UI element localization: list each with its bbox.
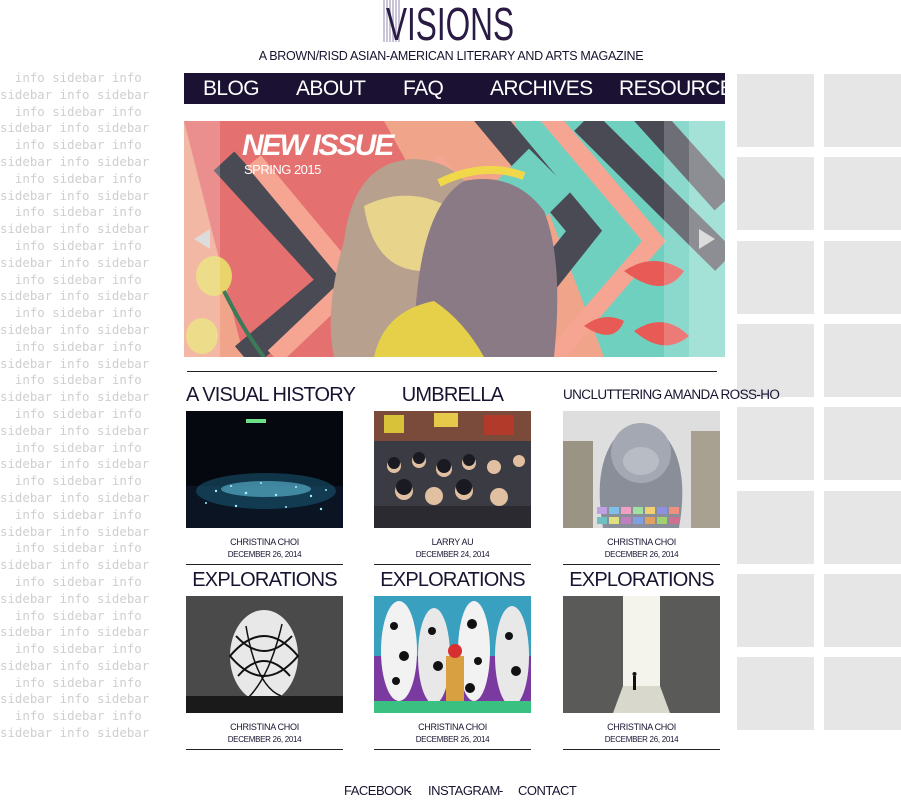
grid-placeholder-tile <box>737 240 814 314</box>
post-author: CHRISTINA CHOI <box>418 722 487 732</box>
grid-placeholder-tile <box>737 407 814 481</box>
post-card: UMBRELLA LARRY AU DECEMBER 24, 2014 <box>374 383 531 565</box>
nav-blog[interactable]: BLOG <box>203 73 260 104</box>
post-divider <box>374 564 531 565</box>
grid-placeholder-tile <box>824 573 901 647</box>
section-divider <box>187 371 717 372</box>
footer-separator: - <box>499 783 503 798</box>
post-title[interactable]: EXPLORATIONS <box>563 568 720 592</box>
footer-contact-link[interactable]: CONTACT <box>518 783 577 798</box>
post-divider <box>563 564 720 565</box>
post-thumbnail[interactable] <box>563 596 720 713</box>
grid-placeholder-tile <box>824 74 901 147</box>
nav-archives[interactable]: ARCHIVES <box>490 73 593 104</box>
post-thumbnail[interactable] <box>374 596 531 713</box>
site-tagline: A BROWN/RISD ASIAN-AMERICAN LITERARY AND… <box>258 49 644 63</box>
post-thumbnail[interactable] <box>186 411 343 528</box>
post-divider <box>374 749 531 750</box>
grid-placeholder-tile <box>824 323 901 397</box>
post-title[interactable]: EXPLORATIONS <box>186 568 343 592</box>
post-date: DECEMBER 26, 2014 <box>227 735 302 744</box>
post-card: EXPLORATIONS CHRISTINA CHOI DECEMBER 26,… <box>374 568 531 750</box>
post-divider <box>186 564 343 565</box>
grid-placeholder-tile <box>737 157 814 231</box>
nav-resources[interactable]: RESOURCES <box>619 73 747 104</box>
info-sidebar: info sidebar info sidebar info sidebar i… <box>0 70 150 741</box>
post-author: LARRY AU <box>431 537 474 547</box>
post-card: A VISUAL HISTORY CHRISTINA CHOI DECEMBER… <box>186 383 356 565</box>
hero-slider[interactable]: NEW ISSUE SPRING 2015 <box>184 121 725 357</box>
post-card: EXPLORATIONS CHRISTINA CHOI DECEMBER 26,… <box>186 568 343 750</box>
post-title[interactable]: A VISUAL HISTORY <box>186 383 356 407</box>
post-thumbnail[interactable] <box>563 411 720 528</box>
post-card: EXPLORATIONS CHRISTINA CHOI DECEMBER 26,… <box>563 568 720 750</box>
grid-placeholder-tile <box>737 657 814 731</box>
grid-placeholder-tile <box>737 490 814 564</box>
post-date: DECEMBER 26, 2014 <box>415 735 490 744</box>
post-author: CHRISTINA CHOI <box>230 537 299 547</box>
post-divider <box>563 749 720 750</box>
post-thumbnail[interactable] <box>186 596 343 713</box>
main-nav: BLOG ABOUT FAQ ARCHIVES RESOURCES <box>184 73 747 104</box>
grid-placeholder-tile <box>824 157 901 231</box>
site-footer: FACEBOOK - INSTAGRAM - CONTACT <box>300 783 600 801</box>
site-logo[interactable]: VISIONS <box>380 0 520 50</box>
footer-instagram-link[interactable]: INSTAGRAM <box>428 783 500 798</box>
grid-placeholder-tile <box>824 240 901 314</box>
post-author: CHRISTINA CHOI <box>607 722 676 732</box>
footer-facebook-link[interactable]: FACEBOOK <box>344 783 412 798</box>
footer-separator: - <box>407 783 411 798</box>
post-thumbnail[interactable] <box>374 411 531 528</box>
hero-title[interactable]: NEW ISSUE <box>242 129 394 163</box>
post-date: DECEMBER 26, 2014 <box>604 735 679 744</box>
post-author: CHRISTINA CHOI <box>607 537 676 547</box>
hero-next-button[interactable] <box>689 121 725 357</box>
chevron-left-icon <box>194 229 210 249</box>
post-title[interactable]: UNCLUTTERING AMANDA ROSS-HO <box>563 383 780 407</box>
hero-subtitle: SPRING 2015 <box>244 162 321 177</box>
hero-prev-button[interactable] <box>184 121 220 357</box>
post-divider <box>186 749 343 750</box>
post-card: UNCLUTTERING AMANDA ROSS-HO CHRISTINA CH… <box>563 383 780 565</box>
grid-placeholder-tile <box>824 490 901 564</box>
grid-placeholder-tile <box>824 657 901 731</box>
grid-placeholder-tile <box>737 74 814 147</box>
post-date: DECEMBER 24, 2014 <box>415 550 490 559</box>
grid-placeholder-tile <box>824 407 901 481</box>
grid-placeholder-tile <box>737 323 814 397</box>
chevron-right-icon <box>699 229 715 249</box>
nav-about[interactable]: ABOUT <box>296 73 366 104</box>
post-title[interactable]: UMBRELLA <box>374 383 531 407</box>
post-date: DECEMBER 26, 2014 <box>604 550 679 559</box>
post-date: DECEMBER 26, 2014 <box>227 550 302 559</box>
nav-faq[interactable]: FAQ <box>403 73 444 104</box>
post-title[interactable]: EXPLORATIONS <box>374 568 531 592</box>
grid-placeholder-tile <box>737 573 814 647</box>
logo-text: VISIONS <box>386 0 514 44</box>
post-author: CHRISTINA CHOI <box>230 722 299 732</box>
